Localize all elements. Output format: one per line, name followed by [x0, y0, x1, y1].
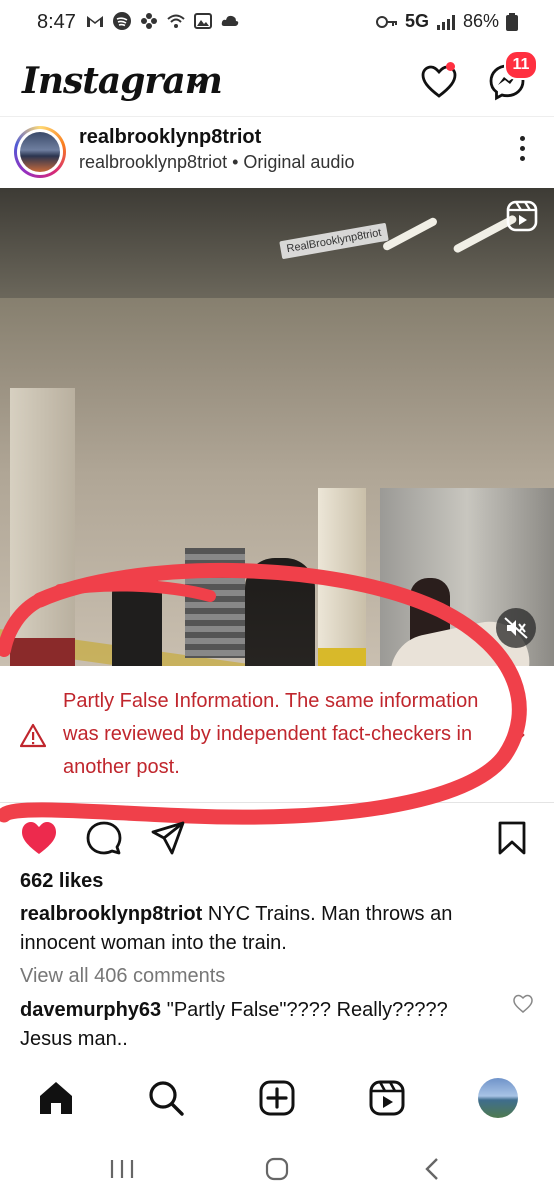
home-icon[interactable]	[36, 1078, 76, 1118]
status-right: 5G 86%	[375, 11, 518, 32]
warning-icon	[20, 723, 46, 748]
more-icon[interactable]	[512, 136, 532, 166]
search-icon[interactable]	[146, 1078, 186, 1118]
caption-username[interactable]: realbrooklynp8triot	[20, 903, 202, 925]
chevron-right-icon[interactable]	[512, 724, 526, 746]
notification-dot	[446, 62, 455, 71]
status-time: 8:47	[37, 11, 76, 33]
mute-button[interactable]	[496, 608, 536, 648]
cloud-icon	[221, 15, 239, 26]
spotify-icon	[113, 12, 131, 30]
comment-like-icon[interactable]	[513, 994, 533, 1014]
back-icon[interactable]	[422, 1156, 442, 1182]
status-bar: 8:47 5G 86%	[0, 0, 554, 48]
post-actions	[0, 812, 554, 862]
bottom-nav	[0, 1068, 554, 1128]
pinwheel-icon	[141, 13, 157, 29]
wifi-icon	[167, 14, 185, 28]
home-button-icon[interactable]	[264, 1156, 290, 1182]
gmail-icon	[87, 16, 103, 27]
mute-icon	[504, 617, 528, 639]
fact-check-text: Partly False Information. The same infor…	[63, 690, 479, 778]
signal-icon	[436, 14, 455, 30]
chevron-down-icon[interactable]	[188, 74, 206, 92]
post-audio-line[interactable]: realbrooklynp8triot • Original audio	[79, 152, 354, 173]
key-icon	[375, 15, 397, 28]
post-header: realbrooklynp8triot realbrooklynp8triot …	[0, 118, 554, 188]
reel-icon	[506, 200, 538, 232]
fact-check-banner[interactable]: Partly False Information. The same infor…	[0, 666, 554, 803]
comment-icon[interactable]	[86, 820, 122, 856]
post-username[interactable]: realbrooklynp8triot	[79, 126, 261, 149]
share-icon[interactable]	[150, 820, 186, 856]
comment-username[interactable]: davemurphy63	[20, 999, 161, 1021]
like-heart-icon[interactable]	[20, 820, 58, 856]
post-video[interactable]	[0, 188, 554, 666]
story-ring[interactable]	[14, 126, 66, 178]
app-header: Instagram 11	[0, 50, 554, 117]
view-all-comments-link[interactable]: View all 406 comments	[20, 965, 225, 988]
comment-preview: davemurphy63 "Partly False"???? Really??…	[20, 996, 490, 1054]
system-nav-bar	[0, 1130, 554, 1200]
avatar	[20, 132, 60, 172]
message-count-badge: 11	[504, 50, 538, 80]
create-icon[interactable]	[257, 1078, 297, 1118]
profile-avatar[interactable]	[478, 1078, 518, 1118]
status-notification-icons	[85, 11, 240, 31]
image-icon	[194, 13, 212, 29]
save-icon[interactable]	[496, 820, 528, 856]
likes-count[interactable]: 662 likes	[20, 870, 103, 893]
reels-icon[interactable]	[367, 1078, 407, 1118]
battery-label: 86%	[462, 11, 499, 31]
network-label: 5G	[404, 11, 429, 31]
post-caption: realbrooklynp8triot NYC Trains. Man thro…	[20, 900, 530, 958]
recent-apps-icon[interactable]	[108, 1158, 136, 1180]
battery-icon	[506, 12, 518, 31]
